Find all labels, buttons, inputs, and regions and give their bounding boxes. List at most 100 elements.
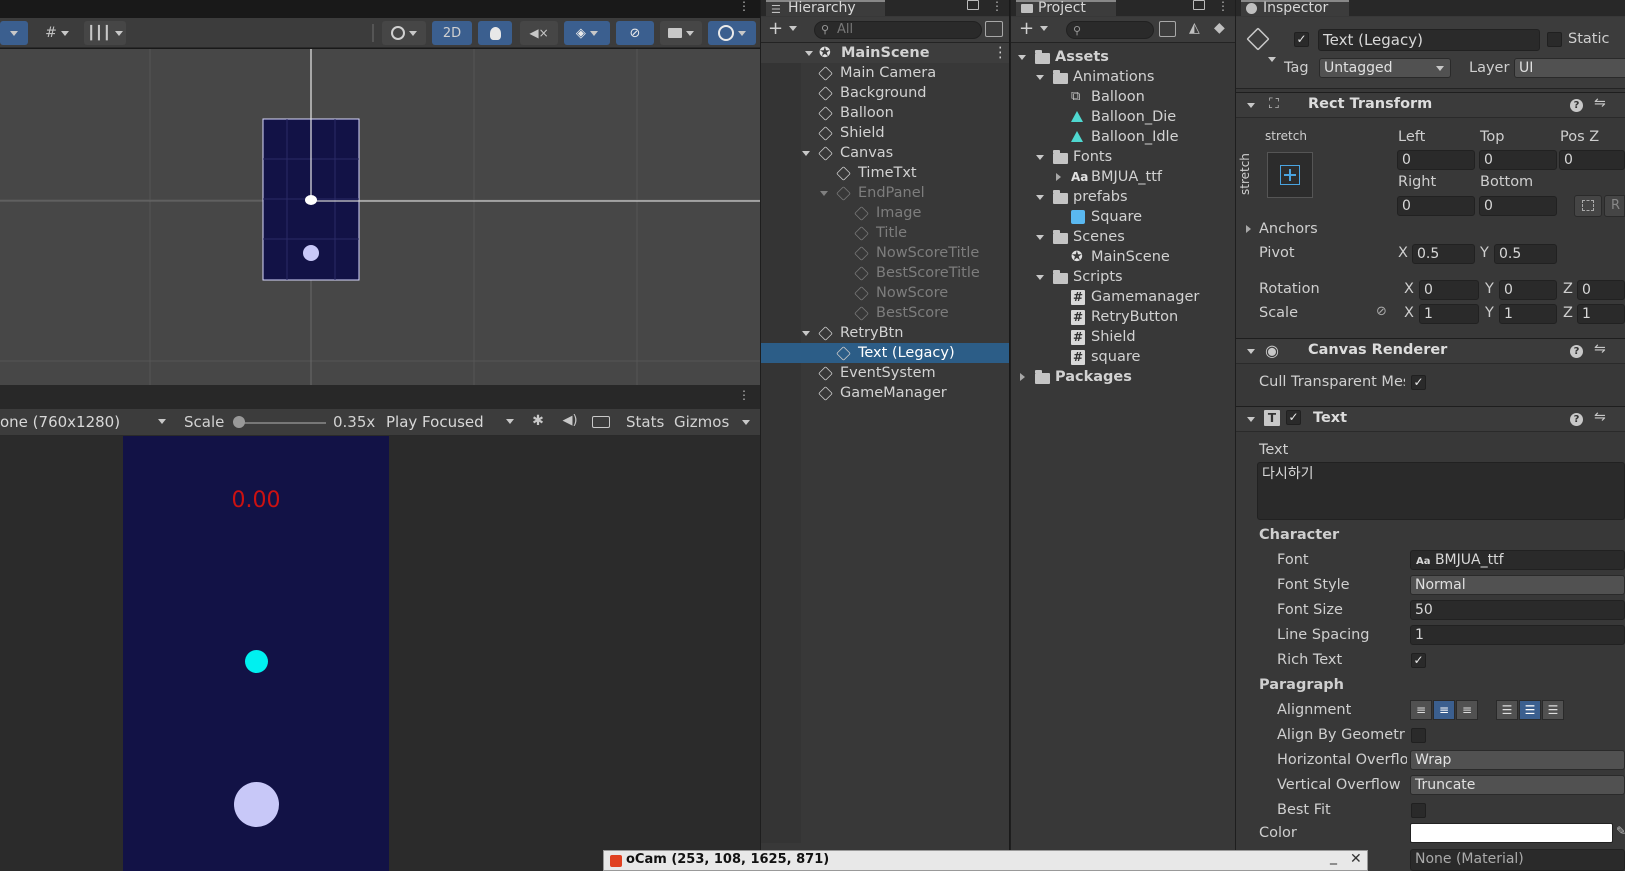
- project-item[interactable]: Fonts: [1011, 147, 1235, 167]
- left-field[interactable]: 0: [1397, 150, 1475, 170]
- chevron-down-icon[interactable]: [1036, 155, 1044, 160]
- align-right-button[interactable]: ≡: [1456, 700, 1478, 720]
- font-size-field[interactable]: 50: [1410, 600, 1625, 620]
- hierarchy-item[interactable]: Shield: [761, 123, 1009, 143]
- project-item[interactable]: ⧉ Balloon: [1011, 87, 1235, 107]
- eyedropper-icon[interactable]: ✎: [1616, 824, 1625, 838]
- hierarchy-item[interactable]: GameManager: [761, 383, 1009, 403]
- hierarchy-item[interactable]: EventSystem: [761, 363, 1009, 383]
- chevron-down-icon[interactable]: [1036, 235, 1044, 240]
- project-item[interactable]: Assets: [1011, 47, 1235, 67]
- bug-icon[interactable]: ✱: [529, 413, 547, 431]
- close-icon[interactable]: ✕: [1350, 851, 1362, 867]
- rotation-z-field[interactable]: 0: [1577, 280, 1625, 300]
- transform-tool-button[interactable]: [0, 21, 28, 45]
- hierarchy-item[interactable]: BestScoreTitle: [761, 263, 1009, 283]
- effects-button[interactable]: ◈: [564, 21, 610, 45]
- posz-field[interactable]: 0: [1559, 150, 1625, 170]
- project-item[interactable]: Balloon_Die: [1011, 107, 1235, 127]
- hierarchy-item[interactable]: Image: [761, 203, 1009, 223]
- align-center-button[interactable]: ≡: [1433, 700, 1455, 720]
- chevron-down-icon[interactable]: [1036, 275, 1044, 280]
- hierarchy-item[interactable]: NowScore: [761, 283, 1009, 303]
- hierarchy-search-input[interactable]: ⚲ All: [814, 21, 982, 39]
- help-icon[interactable]: ?: [1570, 413, 1583, 426]
- project-item[interactable]: Aa BMJUA_ttf: [1011, 167, 1235, 187]
- material-field[interactable]: None (Material): [1410, 849, 1625, 871]
- project-kebab-icon[interactable]: ⋮: [1217, 0, 1229, 12]
- project-item[interactable]: # RetryButton: [1011, 307, 1235, 327]
- raw-edit-button[interactable]: R: [1604, 195, 1625, 217]
- link-icon[interactable]: ⊘: [1376, 304, 1387, 319]
- cull-transparent-checkbox[interactable]: ✓: [1411, 375, 1426, 390]
- align-by-geometry-checkbox[interactable]: [1411, 728, 1426, 743]
- layer-dropdown[interactable]: UI: [1514, 58, 1625, 78]
- hierarchy-item[interactable]: Balloon: [761, 103, 1009, 123]
- play-mode-dropdown[interactable]: Play Focused: [386, 411, 520, 433]
- project-item[interactable]: Scripts: [1011, 267, 1235, 287]
- scene-row[interactable]: ✪ MainScene ⋮: [761, 43, 1009, 63]
- chevron-right-icon[interactable]: [1056, 173, 1061, 181]
- static-checkbox[interactable]: [1547, 32, 1562, 47]
- chevron-down-icon[interactable]: [1268, 57, 1276, 62]
- hierarchy-item[interactable]: EndPanel: [761, 183, 1009, 203]
- help-icon[interactable]: ?: [1570, 99, 1583, 112]
- vertical-overflow-dropdown[interactable]: Truncate: [1410, 775, 1625, 795]
- project-item[interactable]: Animations: [1011, 67, 1235, 87]
- pivot-y-field[interactable]: 0.5: [1494, 244, 1557, 264]
- lock-icon[interactable]: [1193, 0, 1205, 10]
- anchors-label[interactable]: Anchors: [1259, 221, 1318, 237]
- align-top-button[interactable]: ☰: [1496, 700, 1518, 720]
- minimize-icon[interactable]: _: [1330, 849, 1337, 865]
- tag-icon[interactable]: ◆: [1214, 20, 1225, 36]
- scale-x-field[interactable]: 1: [1419, 304, 1479, 324]
- font-field[interactable]: Aa BMJUA_ttf: [1410, 550, 1625, 570]
- resolution-dropdown[interactable]: one (760x1280): [0, 411, 174, 433]
- bottom-field[interactable]: 0: [1479, 196, 1557, 216]
- search-by-type-icon[interactable]: [1159, 21, 1176, 37]
- tag-dropdown[interactable]: Untagged: [1319, 58, 1451, 78]
- line-spacing-field[interactable]: 1: [1410, 625, 1625, 645]
- hierarchy-item[interactable]: Canvas: [761, 143, 1009, 163]
- project-item[interactable]: # square: [1011, 347, 1235, 367]
- gizmos-button[interactable]: Gizmos: [674, 413, 729, 431]
- hidden-objects-button[interactable]: ⊘: [616, 21, 654, 45]
- scale-y-field[interactable]: 1: [1499, 304, 1557, 324]
- top-field[interactable]: 0: [1479, 150, 1557, 170]
- tab-inspector[interactable]: Inspector: [1241, 0, 1349, 16]
- increment-snap-button[interactable]: ┃┃┃: [84, 21, 126, 45]
- pivot-x-field[interactable]: 0.5: [1412, 244, 1475, 264]
- hierarchy-item[interactable]: Text (Legacy): [761, 343, 1009, 363]
- presets-icon[interactable]: ⇋: [1594, 95, 1606, 111]
- rotation-y-field[interactable]: 0: [1499, 280, 1557, 300]
- chevron-right-icon[interactable]: [1020, 373, 1025, 381]
- create-asset-button[interactable]: +: [1019, 19, 1055, 39]
- active-checkbox[interactable]: ✓: [1294, 32, 1309, 47]
- horizontal-overflow-dropdown[interactable]: Wrap: [1410, 750, 1625, 770]
- balloon-gizmo[interactable]: [303, 245, 319, 261]
- scene-kebab-icon[interactable]: ⋮: [993, 43, 1008, 63]
- shield-gizmo[interactable]: [305, 195, 317, 205]
- font-style-dropdown[interactable]: Normal: [1410, 575, 1625, 595]
- filter-icon[interactable]: ◭: [1189, 20, 1200, 36]
- help-icon[interactable]: ?: [1570, 345, 1583, 358]
- project-item[interactable]: Balloon_Idle: [1011, 127, 1235, 147]
- keyboard-icon[interactable]: [592, 416, 610, 428]
- color-swatch[interactable]: [1410, 823, 1613, 843]
- stats-button[interactable]: Stats: [626, 413, 664, 431]
- chevron-down-icon[interactable]: [1036, 75, 1044, 80]
- align-left-button[interactable]: ≡: [1410, 700, 1432, 720]
- audio-icon[interactable]: ◀): [561, 413, 579, 431]
- anchor-presets-button[interactable]: [1267, 152, 1313, 198]
- hierarchy-kebab-icon[interactable]: ⋮: [991, 0, 1003, 12]
- tab-project[interactable]: Project: [1016, 0, 1116, 16]
- align-bottom-button[interactable]: ☰: [1542, 700, 1564, 720]
- hierarchy-item[interactable]: BestScore: [761, 303, 1009, 323]
- game-kebab-icon[interactable]: ⋮: [738, 388, 750, 404]
- ocam-titlebar[interactable]: oCam (253, 108, 1625, 871) _ ✕: [603, 849, 1368, 871]
- presets-icon[interactable]: ⇋: [1594, 341, 1606, 357]
- rect-transform-header[interactable]: ⛶ Rect Transform ? ⇋: [1236, 92, 1625, 118]
- text-component-header[interactable]: T ✓ Text ? ⇋: [1236, 406, 1625, 432]
- chevron-right-icon[interactable]: [1246, 225, 1251, 233]
- 2d-toggle-button[interactable]: 2D: [432, 21, 472, 45]
